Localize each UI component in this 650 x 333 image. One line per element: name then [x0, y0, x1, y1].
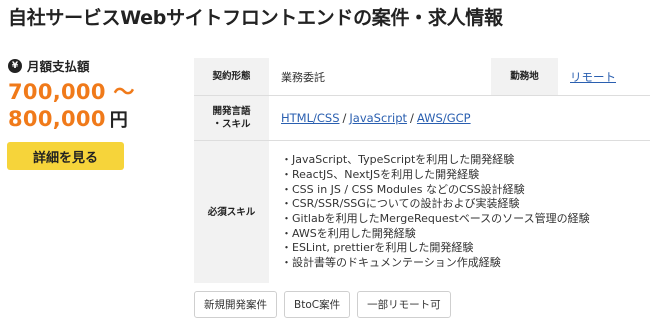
skill-link-aws-gcp[interactable]: AWS/GCP — [417, 111, 471, 125]
required-skill-item: ・CSR/SSR/SSGについての設計および実装経験 — [281, 197, 520, 211]
tag-new-development[interactable]: 新規開発案件 — [194, 291, 277, 318]
required-skills-list: ・JavaScript、TypeScriptを利用した開発経験 ・ReactJS… — [281, 153, 650, 271]
required-skills-row: 必須スキル ・JavaScript、TypeScriptを利用した開発経験 ・R… — [194, 140, 650, 283]
view-details-button[interactable]: 詳細を見る — [7, 142, 124, 170]
location-value-cell: リモート — [558, 58, 650, 96]
price-min: 700,000 〜 — [8, 80, 135, 104]
page-title: 自社サービスWebサイトフロントエンドの案件・求人情報 — [8, 7, 503, 29]
job-info-table: 契約形態 業務委託 勤務地 リモート 開発言語 ・スキル HTML/CSS / Ja… — [194, 58, 650, 283]
monthly-payment-label: ¥ 月額支払額 — [8, 56, 90, 75]
contract-row: 契約形態 業務委託 勤務地 リモート — [194, 58, 650, 96]
tag-btoc[interactable]: BtoC案件 — [284, 291, 351, 318]
contract-type-value: 業務委託 — [269, 58, 491, 96]
required-skills-value: ・JavaScript、TypeScriptを利用した開発経験 ・ReactJS… — [269, 140, 650, 283]
required-skill-item: ・設計書等のドキュメンテーション作成経験 — [281, 256, 501, 270]
skills-label: 開発言語 ・スキル — [194, 95, 269, 141]
skill-link-javascript[interactable]: JavaScript — [349, 111, 407, 125]
contract-type-label: 契約形態 — [194, 58, 269, 96]
required-skill-item: ・CSS in JS / CSS Modules などのCSS設計経験 — [281, 182, 525, 196]
price-max-line: 800,000 円 — [8, 106, 135, 134]
skill-separator: / — [410, 111, 414, 125]
required-skill-item: ・JavaScript、TypeScriptを利用した開発経験 — [281, 153, 515, 167]
required-skill-item: ・Gitlabを利用したMergeRequestベースのソース管理の経験 — [281, 212, 590, 225]
skills-label-line2: ・スキル — [212, 119, 251, 130]
yen-icon: ¥ — [8, 58, 22, 73]
tag-partial-remote[interactable]: 一部リモート可 — [357, 291, 451, 318]
skill-separator: / — [342, 111, 347, 125]
skills-label-line1: 開発言語 — [212, 106, 251, 117]
required-skill-item: ・ESLint, prettierを利用した開発経験 — [281, 241, 474, 255]
skill-link-html-css[interactable]: HTML/CSS — [281, 111, 340, 125]
location-link[interactable]: リモート — [570, 70, 616, 84]
price-unit: 円 — [109, 110, 129, 131]
monthly-payment-label-text: 月額支払額 — [27, 59, 90, 74]
skills-row: 開発言語 ・スキル HTML/CSS / JavaScript / AWS/GCP — [194, 95, 650, 141]
skills-value: HTML/CSS / JavaScript / AWS/GCP — [269, 95, 650, 141]
price-range: 700,000 〜 800,000 円 — [8, 79, 135, 134]
required-skills-label: 必須スキル — [194, 140, 269, 283]
location-label: 勤務地 — [491, 58, 558, 96]
required-skill-item: ・ReactJS、NextJSを利用した開発経験 — [281, 167, 480, 181]
tag-list: 新規開発案件 BtoC案件 一部リモート可 — [194, 291, 451, 318]
price-max: 800,000 — [8, 107, 106, 131]
required-skill-item: ・AWSを利用した開発経験 — [281, 226, 416, 240]
